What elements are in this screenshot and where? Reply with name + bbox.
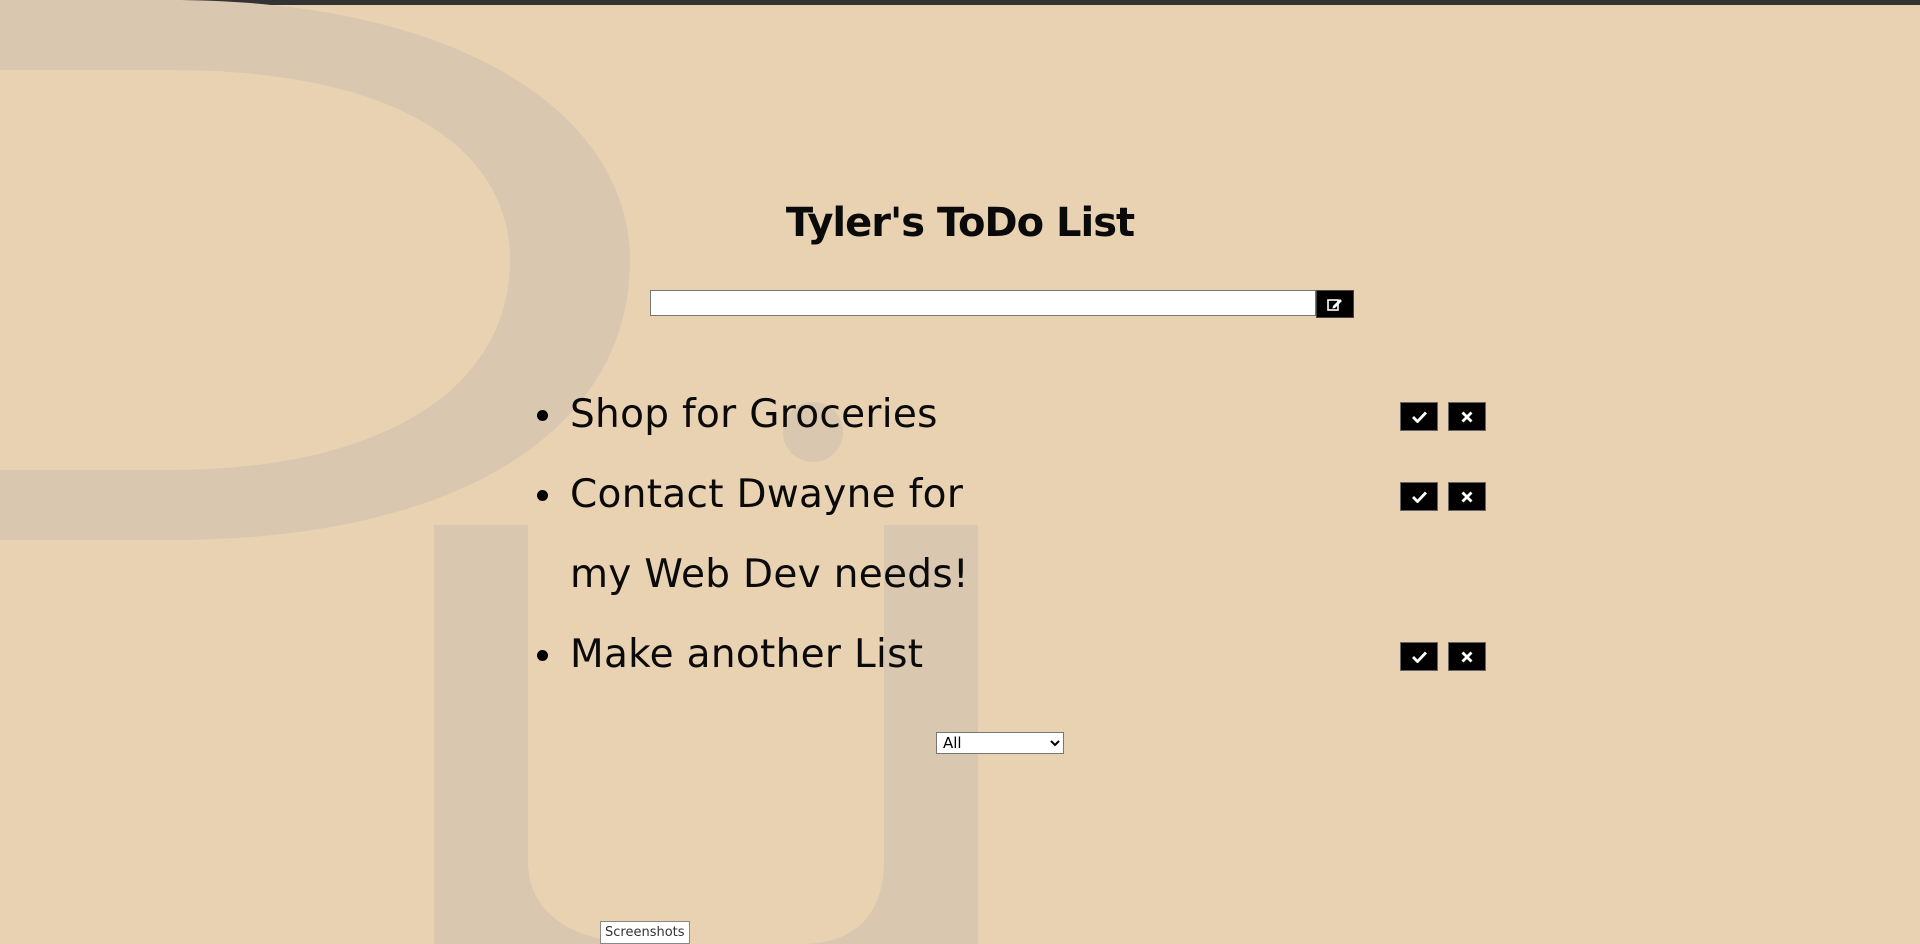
bullet-icon (537, 410, 548, 421)
tooltip: Screenshots (600, 921, 690, 944)
add-todo-form (650, 290, 1354, 318)
complete-button[interactable] (1400, 402, 1438, 431)
close-icon (1461, 651, 1473, 662)
edit-icon (1327, 299, 1342, 311)
todo-actions (1400, 482, 1486, 511)
todo-actions (1400, 642, 1486, 671)
todo-actions (1400, 402, 1486, 431)
complete-button[interactable] (1400, 642, 1438, 671)
todo-text: Shop for Groceries (570, 392, 938, 437)
delete-button[interactable] (1448, 402, 1486, 431)
check-icon (1411, 411, 1427, 423)
todo-text: Contact Dwayne for my Web Dev needs! (570, 472, 969, 597)
complete-button[interactable] (1400, 482, 1438, 511)
delete-button[interactable] (1448, 642, 1486, 671)
bullet-icon (537, 650, 548, 661)
bullet-icon (537, 490, 548, 501)
todo-text: Make another List (570, 632, 924, 677)
check-icon (1411, 651, 1427, 663)
delete-button[interactable] (1448, 482, 1486, 511)
page-title: Tyler's ToDo List (785, 200, 1135, 246)
filter-select[interactable]: All (936, 732, 1064, 754)
add-todo-button[interactable] (1316, 290, 1354, 318)
close-icon (1461, 411, 1473, 422)
check-icon (1411, 491, 1427, 503)
todo-input[interactable] (650, 290, 1316, 316)
close-icon (1461, 491, 1473, 502)
